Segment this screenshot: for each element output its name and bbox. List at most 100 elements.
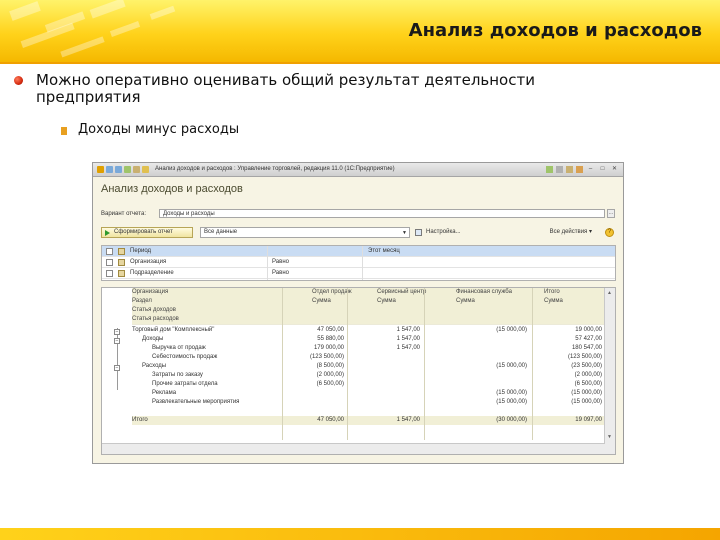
filter-field: Период	[130, 248, 152, 254]
row-label: Развлекательные мероприятия	[152, 399, 240, 405]
generate-report-button[interactable]: Сформировать отчет	[101, 227, 193, 238]
window-titlebar: Анализ доходов и расходов : Управление т…	[93, 163, 623, 177]
horizontal-scrollbar[interactable]	[102, 443, 605, 454]
app-window: Анализ доходов и расходов : Управление т…	[92, 162, 624, 464]
filter-table: Период Этот месяц Организация Равно Подр…	[101, 245, 616, 281]
total-col4: 19 097,00	[575, 417, 602, 423]
scroll-down-icon[interactable]: ▼	[607, 434, 612, 440]
favorites-icon[interactable]	[142, 166, 149, 173]
all-actions-button[interactable]: Все действия ▾	[550, 227, 592, 238]
column-grid-line	[347, 288, 348, 440]
column-separator	[267, 246, 268, 280]
cell-col3: (15 000,00)	[496, 399, 527, 405]
row-label: Расходы	[142, 363, 167, 369]
filter-checkbox[interactable]	[106, 270, 113, 277]
history-icon[interactable]	[133, 166, 140, 173]
minimize-button[interactable]: –	[586, 165, 595, 173]
cell-col1: 55 880,00	[317, 336, 344, 342]
cell-col1: (6 500,00)	[316, 381, 344, 387]
table-row[interactable]: Торговый дом "Комплексный" 47 050,00 1 5…	[102, 326, 605, 335]
scroll-up-icon[interactable]: ▲	[607, 290, 612, 296]
cell-col4: 19 000,00	[575, 327, 602, 333]
cell-col3: (15 000,00)	[496, 390, 527, 396]
report-toolbar: Сформировать отчет Все данные ▼ Настройк…	[101, 227, 616, 238]
filter-checkbox[interactable]	[106, 248, 113, 255]
filter-row[interactable]: Организация Равно	[102, 257, 615, 268]
table-row[interactable]: Прочие затраты отдела (6 500,00) (6 500,…	[102, 380, 605, 389]
cell-col4: 180 547,00	[571, 345, 602, 351]
row-label: Реклама	[152, 390, 177, 396]
table-row[interactable]: Себестоимость продаж (123 500,00) (123 5…	[102, 353, 605, 362]
calculator-icon[interactable]	[566, 166, 573, 173]
filter-condition: Равно	[272, 259, 289, 265]
period-select[interactable]: Все данные ▼	[200, 227, 410, 238]
settings-label: Настройка...	[426, 229, 461, 235]
save-icon[interactable]	[546, 166, 553, 173]
cell-col3: (15 000,00)	[496, 327, 527, 333]
window-title: Анализ доходов и расходов : Управление т…	[155, 166, 395, 172]
generate-report-label: Сформировать отчет	[114, 229, 173, 235]
filter-field: Организация	[130, 259, 167, 265]
home-icon[interactable]	[124, 166, 131, 173]
print-icon[interactable]	[556, 166, 563, 173]
report-header-row: Статья доходов	[102, 306, 605, 315]
filter-value[interactable]: Этот месяц	[368, 248, 400, 254]
vertical-scrollbar[interactable]: ▲ ▼	[604, 288, 615, 454]
form-title: Анализ доходов и расходов	[101, 183, 243, 195]
table-row[interactable]: Реклама (15 000,00) (15 000,00)	[102, 389, 605, 398]
column-grid-line	[424, 288, 425, 440]
calendar-icon[interactable]	[576, 166, 583, 173]
bullet-text-sub: Доходы минус расходы	[78, 122, 240, 137]
table-row[interactable]: Выручка от продаж 179 000,00 1 547,00 18…	[102, 344, 605, 353]
period-select-value: Все данные	[204, 229, 238, 235]
header-col2-top: Сервисный центр	[377, 289, 427, 295]
cell-col4: (15 000,00)	[571, 399, 602, 405]
field-icon	[118, 259, 125, 266]
back-icon[interactable]	[106, 166, 113, 173]
forward-icon[interactable]	[115, 166, 122, 173]
filter-field: Подразделение	[130, 270, 174, 276]
table-row[interactable]: Доходы 55 880,00 1 547,00 57 427,00	[102, 335, 605, 344]
filter-row[interactable]: Подразделение Равно	[102, 268, 615, 279]
window-controls: – □ ✕	[546, 165, 619, 173]
bullet-square-icon	[61, 127, 67, 135]
settings-button[interactable]: Настройка...	[415, 227, 461, 238]
report-header-row: Организация Отдел продаж Сервисный центр…	[102, 288, 605, 297]
total-label: Итого	[132, 417, 148, 423]
table-row[interactable]: Затраты по заказу (2 000,00) (2 000,00)	[102, 371, 605, 380]
cell-col4: (6 500,00)	[574, 381, 602, 387]
cell-col4: (123 500,00)	[567, 354, 602, 360]
cell-col4: (23 500,00)	[571, 363, 602, 369]
row-label: Торговый дом "Комплексный"	[132, 327, 215, 333]
close-button[interactable]: ✕	[610, 165, 619, 173]
field-icon	[118, 248, 125, 255]
filter-row[interactable]: Период Этот месяц	[102, 246, 615, 257]
cell-col1: (8 500,00)	[316, 363, 344, 369]
maximize-button[interactable]: □	[598, 165, 607, 173]
variant-field[interactable]: Доходы и расходы	[159, 209, 605, 218]
header-col1-bottom: Сумма	[312, 298, 331, 304]
settings-icon	[415, 229, 422, 236]
variant-select-button[interactable]: ...	[607, 209, 615, 218]
cell-col3: (15 000,00)	[496, 363, 527, 369]
table-row[interactable]: Развлекательные мероприятия (15 000,00) …	[102, 398, 605, 407]
header-col4-bottom: Сумма	[544, 298, 563, 304]
chevron-down-icon: ▼	[402, 230, 407, 236]
report-table: Организация Отдел продаж Сервисный центр…	[101, 287, 616, 455]
cell-col2: 1 547,00	[396, 345, 420, 351]
cell-col4: (2 000,00)	[574, 372, 602, 378]
column-grid-line	[532, 288, 533, 440]
help-icon[interactable]: ?	[605, 228, 614, 237]
row-label: Прочие затраты отдела	[152, 381, 218, 387]
cell-col1: 179 000,00	[313, 345, 344, 351]
filter-condition: Равно	[272, 270, 289, 276]
header-col1-top: Отдел продаж	[312, 289, 352, 295]
table-row[interactable]: Расходы (8 500,00) (15 000,00) (23 500,0…	[102, 362, 605, 371]
cell-col2: 1 547,00	[396, 327, 420, 333]
header-col2-bottom: Сумма	[377, 298, 396, 304]
row-grid-line	[132, 324, 605, 325]
slide-header: Анализ доходов и расходов	[0, 0, 720, 62]
header-decoration-pattern	[9, 0, 176, 58]
filter-checkbox[interactable]	[106, 259, 113, 266]
row-label: Себестоимость продаж	[152, 354, 218, 360]
